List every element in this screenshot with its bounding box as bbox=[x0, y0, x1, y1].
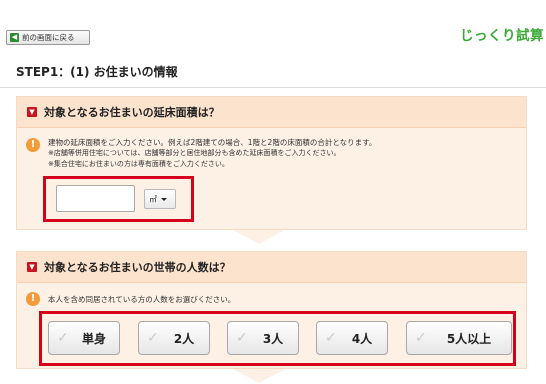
check-icon: ✓ bbox=[415, 330, 427, 346]
card-pointer bbox=[233, 369, 285, 383]
option-4-people-button[interactable]: ✓ 4人 bbox=[316, 321, 388, 355]
option-5-plus-button[interactable]: ✓ 5人以上 bbox=[406, 321, 512, 355]
check-icon: ✓ bbox=[147, 330, 159, 346]
arrow-left-icon: ◀ bbox=[10, 33, 19, 42]
household-card: ▼ 対象となるお住まいの世帯の人数は？ ! 本人を含め同居されている方の人数をお… bbox=[16, 251, 527, 369]
household-description: 本人を含め同居されている方の人数をお選びください。 bbox=[48, 295, 236, 304]
option-2-people-button[interactable]: ✓ 2人 bbox=[138, 321, 210, 355]
caret-down-icon bbox=[161, 197, 167, 201]
floor-area-heading: 対象となるお住まいの延床面積は？ bbox=[44, 106, 220, 119]
floor-area-card: ▼ 対象となるお住まいの延床面積は？ ! 建物の延床面積をご入力ください。例えば… bbox=[16, 96, 527, 230]
page-title: STEP1：(1) お住まいの情報 bbox=[16, 65, 178, 79]
floor-area-note-apartment: ※集合住宅にお住まいの方は専有面積をご入力ください。 bbox=[48, 160, 229, 168]
option-single-button[interactable]: ✓ 単身 bbox=[48, 321, 120, 355]
floor-area-header: ▼ 対象となるお住まいの延床面積は？ bbox=[17, 97, 526, 128]
info-icon: ! bbox=[26, 292, 40, 306]
check-icon: ✓ bbox=[325, 330, 337, 346]
unit-select-value: ㎡ bbox=[149, 194, 157, 204]
title-divider bbox=[0, 87, 546, 88]
option-label: 単身 bbox=[81, 331, 106, 346]
back-button-label: 前の画面に戻る bbox=[22, 33, 75, 42]
back-button[interactable]: ◀ 前の画面に戻る bbox=[6, 30, 90, 45]
option-label: 5人以上 bbox=[446, 331, 492, 346]
check-icon: ✓ bbox=[57, 330, 69, 346]
option-label: 2人 bbox=[173, 331, 195, 346]
chevron-down-icon: ▼ bbox=[27, 262, 37, 272]
option-label: 3人 bbox=[262, 331, 284, 346]
floor-area-description: 建物の延床面積をご入力ください。例えば2階建ての場合、1階と2階の床面積の合計と… bbox=[48, 138, 377, 147]
check-icon: ✓ bbox=[236, 330, 248, 346]
chevron-down-icon: ▼ bbox=[27, 107, 37, 117]
brand-title: じっくり試算 bbox=[460, 28, 544, 44]
card-pointer bbox=[233, 230, 285, 244]
option-label: 4人 bbox=[351, 331, 373, 346]
household-heading: 対象となるお住まいの世帯の人数は？ bbox=[44, 261, 231, 274]
household-options-highlight: ✓ 単身 ✓ 2人 ✓ 3人 ✓ 4人 ✓ 5人以上 bbox=[39, 311, 516, 366]
household-header: ▼ 対象となるお住まいの世帯の人数は？ bbox=[17, 252, 526, 283]
top-bar: ◀ 前の画面に戻る じっくり試算 bbox=[0, 0, 546, 52]
floor-area-input-highlight: ㎡ bbox=[43, 176, 194, 222]
unit-select[interactable]: ㎡ bbox=[144, 189, 176, 209]
info-icon: ! bbox=[26, 138, 40, 152]
floor-area-input[interactable] bbox=[56, 185, 135, 212]
option-3-people-button[interactable]: ✓ 3人 bbox=[227, 321, 299, 355]
floor-area-note-shop: ※店舗等併用住宅については、店舗等部分と居住地部分も含めた延床面積をご入力くださ… bbox=[48, 149, 341, 157]
